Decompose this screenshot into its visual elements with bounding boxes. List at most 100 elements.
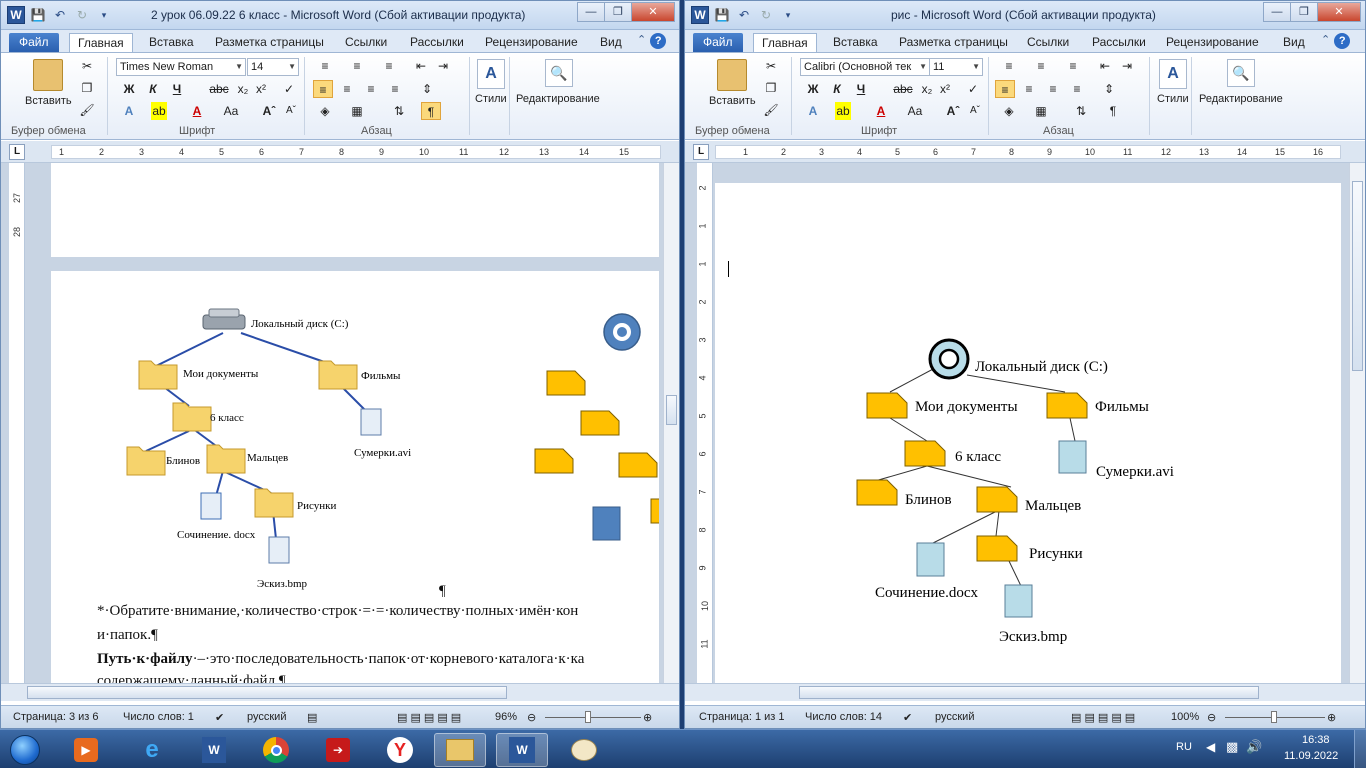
- clear-format-icon[interactable]: ✓: [279, 80, 299, 98]
- undo-icon[interactable]: ↶: [735, 6, 753, 24]
- view-buttons[interactable]: ▤ ▤ ▤ ▤ ▤: [1071, 711, 1135, 724]
- tab-review[interactable]: Рецензирование: [485, 33, 578, 52]
- word-shortcut-icon[interactable]: W: [188, 733, 240, 767]
- justify-icon[interactable]: ≡: [385, 80, 405, 98]
- show-desktop-button[interactable]: [1354, 730, 1366, 768]
- shading-icon[interactable]: ◈: [999, 102, 1019, 120]
- exit-app-icon[interactable]: ➔: [312, 733, 364, 767]
- font-name-select[interactable]: Calibri (Основной тек ▼: [800, 58, 930, 76]
- multilevel-list-icon[interactable]: ≡: [379, 57, 399, 75]
- help-icon[interactable]: ?: [650, 33, 667, 49]
- highlight-icon[interactable]: ab: [835, 102, 851, 120]
- borders-icon[interactable]: ▦: [1031, 102, 1051, 120]
- binoculars-icon[interactable]: 🔍: [1227, 59, 1255, 87]
- strikethrough-icon[interactable]: abc: [209, 80, 229, 98]
- close-button[interactable]: ✕: [631, 2, 675, 22]
- word-count[interactable]: Число слов: 14: [805, 711, 882, 723]
- explorer-icon[interactable]: [434, 733, 486, 767]
- clear-format-icon[interactable]: ✓: [963, 80, 983, 98]
- numbering-icon[interactable]: ≡: [1031, 57, 1051, 75]
- bullets-icon[interactable]: ≡: [999, 57, 1019, 75]
- horizontal-ruler[interactable]: L 1 2 3 4 5 6 7 8 9 10 11 12 13 14 15: [1, 141, 679, 163]
- zoom-level[interactable]: 96%: [495, 711, 517, 723]
- shrink-font-icon[interactable]: Aˇ: [281, 102, 301, 120]
- vertical-scrollbar[interactable]: [663, 163, 679, 683]
- subscript-icon[interactable]: x₂: [917, 80, 937, 98]
- binoculars-icon[interactable]: 🔍: [545, 59, 573, 87]
- line-spacing-icon[interactable]: ⇕: [417, 80, 437, 98]
- grow-font-icon[interactable]: Aˆ: [943, 102, 963, 120]
- align-right-icon[interactable]: ≡: [1043, 80, 1063, 98]
- styles-icon[interactable]: A: [477, 59, 505, 89]
- minimize-button[interactable]: —: [1263, 2, 1291, 22]
- zoom-in-icon[interactable]: ⊕: [1327, 711, 1336, 724]
- highlight-icon[interactable]: ab: [151, 102, 167, 120]
- decrease-indent-icon[interactable]: ⇤: [1095, 57, 1115, 75]
- tab-file[interactable]: Файл: [9, 33, 59, 52]
- line-spacing-icon[interactable]: ⇕: [1099, 80, 1119, 98]
- horizontal-ruler[interactable]: L 1 2 3 4 5 6 7 8 9 10 11 12 13 14 15 16: [685, 141, 1365, 163]
- minimize-button[interactable]: —: [577, 2, 605, 22]
- clock-date[interactable]: 11.09.2022: [1284, 750, 1338, 762]
- change-case-icon[interactable]: Aa: [905, 102, 925, 120]
- zoom-out-icon[interactable]: ⊖: [1207, 711, 1216, 724]
- text-effects-icon[interactable]: A: [803, 102, 823, 120]
- zoom-level[interactable]: 100%: [1171, 711, 1199, 723]
- view-buttons[interactable]: ▤ ▤ ▤ ▤ ▤: [397, 711, 461, 724]
- language[interactable]: русский: [247, 711, 286, 723]
- strikethrough-icon[interactable]: abc: [893, 80, 913, 98]
- vertical-ruler[interactable]: 27 28: [9, 163, 25, 683]
- paste-button[interactable]: Вставить: [25, 95, 72, 107]
- align-center-icon[interactable]: ≡: [1019, 80, 1039, 98]
- start-button[interactable]: [2, 733, 48, 767]
- borders-icon[interactable]: ▦: [347, 102, 367, 120]
- align-right-icon[interactable]: ≡: [361, 80, 381, 98]
- word-taskbar-icon[interactable]: W: [496, 733, 548, 767]
- show-marks-icon[interactable]: ¶: [421, 102, 441, 120]
- bold-icon[interactable]: Ж: [803, 80, 823, 98]
- shading-icon[interactable]: ◈: [315, 102, 335, 120]
- italic-icon[interactable]: К: [143, 80, 163, 98]
- bullets-icon[interactable]: ≡: [315, 57, 335, 75]
- sort-icon[interactable]: ⇅: [1071, 102, 1091, 120]
- tab-mailings[interactable]: Рассылки: [410, 33, 464, 52]
- page-count[interactable]: Страница: 3 из 6: [13, 711, 99, 723]
- zoom-in-icon[interactable]: ⊕: [643, 711, 652, 724]
- vertical-scrollbar[interactable]: [1349, 163, 1365, 683]
- copy-icon[interactable]: ❐: [761, 79, 781, 97]
- font-name-select[interactable]: Times New Roman ▼: [116, 58, 246, 76]
- underline-icon[interactable]: Ч: [851, 80, 871, 98]
- format-painter-icon[interactable]: 🖌: [761, 101, 781, 119]
- word-logo-icon[interactable]: W: [7, 6, 25, 24]
- cut-icon[interactable]: ✂: [77, 57, 97, 75]
- page-count[interactable]: Страница: 1 из 1: [699, 711, 785, 723]
- minimize-ribbon-icon[interactable]: ⌃: [637, 33, 646, 49]
- tab-insert[interactable]: Вставка: [149, 33, 194, 52]
- shrink-font-icon[interactable]: Aˇ: [965, 102, 985, 120]
- styles-icon[interactable]: A: [1159, 59, 1187, 89]
- maximize-button[interactable]: ❐: [604, 2, 632, 22]
- tab-view[interactable]: Вид: [600, 33, 622, 52]
- scroll-thumb[interactable]: [666, 395, 677, 425]
- font-size-select[interactable]: 14 ▼: [247, 58, 299, 76]
- zoom-out-icon[interactable]: ⊖: [527, 711, 536, 724]
- tab-insert[interactable]: Вставка: [833, 33, 878, 52]
- chrome-icon[interactable]: [250, 733, 302, 767]
- align-left-icon[interactable]: ≡: [313, 80, 333, 98]
- media-player-icon[interactable]: ▶: [60, 733, 112, 767]
- spellcheck-icon[interactable]: ✔: [215, 711, 224, 724]
- language[interactable]: русский: [935, 711, 974, 723]
- zoom-slider-thumb[interactable]: [585, 711, 591, 723]
- styles-button[interactable]: Стили: [1157, 93, 1189, 105]
- increase-indent-icon[interactable]: ⇥: [433, 57, 453, 75]
- customize-qat-icon[interactable]: ▾: [95, 6, 113, 24]
- file-tree-diagram[interactable]: Локальный диск (C:) Мои документы Фильмы…: [715, 183, 1341, 663]
- horizontal-scrollbar[interactable]: [685, 683, 1365, 701]
- word-count[interactable]: Число слов: 1: [123, 711, 194, 723]
- text-effects-icon[interactable]: A: [119, 102, 139, 120]
- undo-icon[interactable]: ↶: [51, 6, 69, 24]
- scroll-thumb[interactable]: [1352, 181, 1363, 371]
- cut-icon[interactable]: ✂: [761, 57, 781, 75]
- horizontal-scrollbar[interactable]: [1, 683, 679, 701]
- tab-view[interactable]: Вид: [1283, 33, 1305, 52]
